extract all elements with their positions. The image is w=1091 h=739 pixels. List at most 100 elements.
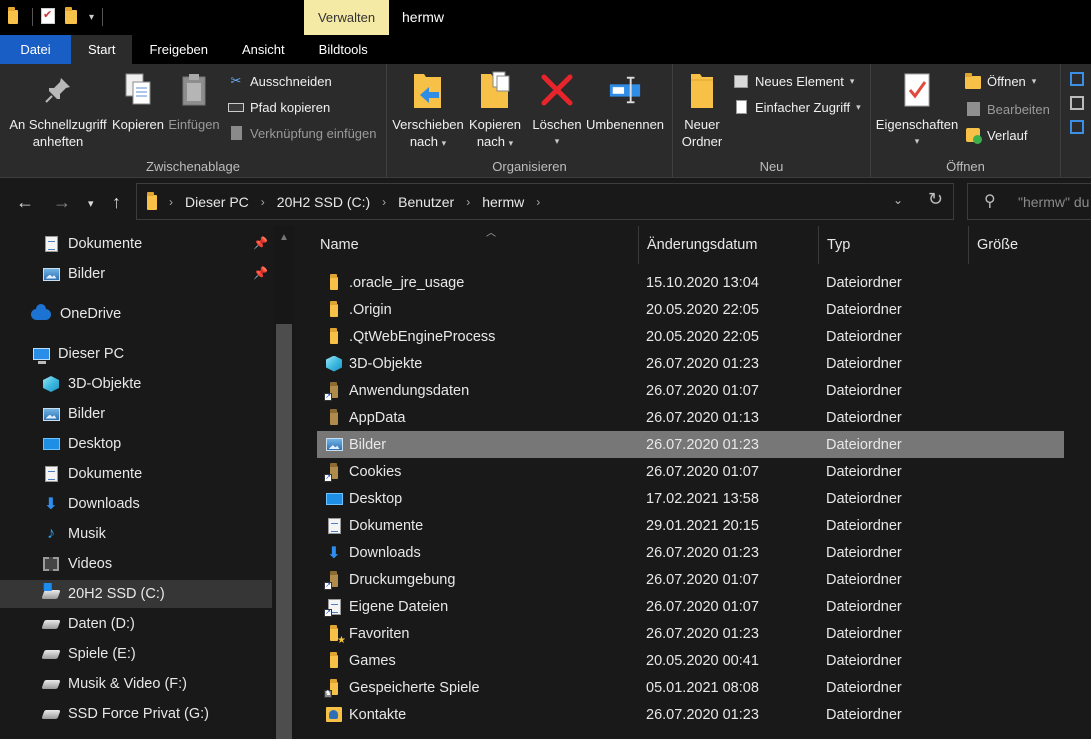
table-row[interactable]: ↗ Druckumgebung 26.07.2020 01:07 Dateiord… <box>317 566 1064 593</box>
new-folder-button[interactable]: Neuer Ordner <box>679 70 725 150</box>
address-bar[interactable]: › Dieser PC › 20H2 SSD (C:) › Benutzer ›… <box>136 183 954 220</box>
breadcrumb-separator[interactable]: › <box>169 195 173 209</box>
paste-button[interactable]: Einfügen <box>167 70 221 133</box>
table-row[interactable]: AppData 26.07.2020 01:13 Dateiordner <box>317 404 1064 431</box>
nav-item-drive-f[interactable]: Musik & Video (F:) <box>0 670 272 698</box>
table-row[interactable]: Desktop 17.02.2021 13:58 Dateiordner <box>317 485 1064 512</box>
drive-icon <box>41 645 61 663</box>
breadcrumb-item[interactable]: 20H2 SSD (C:) <box>277 194 370 210</box>
table-row[interactable]: 3D-Objekte 26.07.2020 01:23 Dateiordner <box>317 350 1064 377</box>
nav-item-label: Bilder <box>68 266 106 282</box>
properties-dropdown[interactable]: ▾ <box>915 133 920 150</box>
breadcrumb-separator[interactable]: › <box>261 195 265 209</box>
cut-button[interactable]: ✂ Ausschneiden <box>228 70 332 92</box>
desktop-icon <box>42 435 60 453</box>
select-all-icon[interactable] <box>1070 72 1084 86</box>
nav-item-drive-d[interactable]: Daten (D:) <box>0 610 272 638</box>
column-name[interactable]: Name ︿ <box>312 226 639 264</box>
new-folder-icon[interactable] <box>65 7 81 26</box>
scroll-up-icon[interactable]: ▲ <box>279 232 289 243</box>
table-row[interactable]: .Origin 20.05.2020 22:05 Dateiordner <box>317 296 1064 323</box>
refresh-icon[interactable]: ↻ <box>928 189 943 210</box>
breadcrumb-separator[interactable]: › <box>466 195 470 209</box>
back-arrow-icon[interactable]: ← <box>16 192 34 213</box>
folder-icon <box>147 192 157 210</box>
contextual-tab-verwalten[interactable]: Verwalten <box>304 0 389 35</box>
breadcrumb-separator[interactable]: › <box>536 195 540 209</box>
scrollbar-thumb[interactable] <box>276 324 292 739</box>
tab-ansicht[interactable]: Ansicht <box>225 35 302 64</box>
table-row[interactable]: ♞ Gespeicherte Spiele 05.01.2021 08:08 Da… <box>317 674 1064 701</box>
nav-item-drive-c[interactable]: 20H2 SSD (C:) <box>0 580 272 608</box>
breadcrumb-separator[interactable]: › <box>382 195 386 209</box>
breadcrumb-item[interactable]: Dieser PC <box>185 194 249 210</box>
table-row[interactable]: .QtWebEngineProcess 20.05.2020 22:05 Dat… <box>317 323 1064 350</box>
nav-scrollbar[interactable]: ▲ <box>274 226 294 739</box>
copy-path-button[interactable]: Pfad kopieren <box>228 96 330 118</box>
paste-shortcut-button[interactable]: Verknüpfung einfügen <box>228 122 377 144</box>
table-row[interactable]: Kontakte 26.07.2020 01:23 Dateiordner <box>317 701 1064 728</box>
table-row[interactable]: Games 20.05.2020 00:41 Dateiordner <box>317 647 1064 674</box>
nav-item-drive-e[interactable]: Spiele (E:) <box>0 640 272 668</box>
nav-item-label: Downloads <box>68 496 140 512</box>
column-size[interactable]: Größe <box>969 226 1069 264</box>
edit-button[interactable]: Bearbeiten <box>965 98 1050 120</box>
recent-locations-chevron-icon[interactable]: ▾ <box>88 197 94 210</box>
nav-item-dokumente[interactable]: Dokumente <box>0 460 272 488</box>
nav-item-desktop[interactable]: Desktop <box>0 430 272 458</box>
properties-icon[interactable] <box>41 8 57 26</box>
tab-bildtools[interactable]: Bildtools <box>302 35 385 64</box>
column-date[interactable]: Änderungsdatum <box>639 226 819 264</box>
open-button[interactable]: Öffnen ▾ <box>965 70 1036 92</box>
move-to-button[interactable]: Verschieben nach ▾ <box>391 70 465 152</box>
invert-selection-icon[interactable] <box>1070 120 1084 134</box>
table-row[interactable]: ↗ Anwendungsdaten 26.07.2020 01:07 Dateio… <box>317 377 1064 404</box>
table-row[interactable]: ↗ Cookies 26.07.2020 01:07 Dateiordner <box>317 458 1064 485</box>
nav-item-videos[interactable]: Videos <box>0 550 272 578</box>
file-name: Favoriten <box>349 625 410 642</box>
breadcrumb-item[interactable]: hermw <box>482 194 524 210</box>
nav-item-this-pc[interactable]: Dieser PC <box>0 340 272 368</box>
edit-label: Bearbeiten <box>987 101 1050 117</box>
nav-item-downloads[interactable]: ⬇ Downloads <box>0 490 272 518</box>
tab-start[interactable]: Start <box>71 35 133 64</box>
table-row[interactable]: ★ Favoriten 26.07.2020 01:23 Dateiordner <box>317 620 1064 647</box>
select-none-icon[interactable] <box>1070 96 1084 110</box>
nav-item-drive-g[interactable]: SSD Force Privat (G:) <box>0 700 272 728</box>
delete-dropdown[interactable]: ▾ <box>555 133 560 150</box>
nav-item-quick-bilder[interactable]: Bilder 📌 <box>0 260 272 288</box>
rename-button[interactable]: Umbenennen <box>585 70 665 133</box>
file-date: 26.07.2020 01:23 <box>646 355 759 372</box>
up-arrow-icon[interactable]: ↑ <box>112 192 121 213</box>
new-item-button[interactable]: Neues Element ▾ <box>733 70 854 92</box>
customize-toolbar-dropdown[interactable]: ▾ <box>89 12 94 23</box>
nav-item-label: Daten (D:) <box>68 616 135 632</box>
search-input[interactable]: ⚲ "hermw" du <box>967 183 1091 220</box>
drive-icon <box>41 615 61 633</box>
copy-button[interactable]: Kopieren <box>110 70 166 133</box>
table-row[interactable]: Dokumente 29.01.2021 20:15 Dateiordner <box>317 512 1064 539</box>
table-row[interactable]: .oracle_jre_usage 15.10.2020 13:04 Datei… <box>317 269 1064 296</box>
easy-access-button[interactable]: Einfacher Zugriff ▾ <box>733 96 861 118</box>
forward-arrow-icon[interactable]: → <box>53 192 71 213</box>
table-row[interactable]: ⬇ Downloads 26.07.2020 01:23 Dateiordner <box>317 539 1064 566</box>
nav-item-onedrive[interactable]: OneDrive <box>0 300 272 328</box>
copy-to-button[interactable]: Kopieren nach ▾ <box>463 70 527 152</box>
delete-button[interactable]: Löschen ▾ <box>531 70 583 150</box>
nav-item-quick-dokumente[interactable]: Dokumente 📌 <box>0 230 272 258</box>
3d-objects-icon <box>325 355 343 373</box>
tab-datei[interactable]: Datei <box>0 35 71 64</box>
table-row-selected[interactable]: Bilder 26.07.2020 01:23 Dateiordner <box>317 431 1064 458</box>
table-row[interactable]: ↗ Eigene Dateien 26.07.2020 01:07 Dateior… <box>317 593 1064 620</box>
copy-to-label-1: Kopieren <box>468 117 522 132</box>
history-button[interactable]: Verlauf <box>965 124 1027 146</box>
nav-item-3d-objekte[interactable]: 3D-Objekte <box>0 370 272 398</box>
properties-button[interactable]: Eigenschaften ▾ <box>875 70 959 150</box>
nav-item-musik[interactable]: ♪ Musik <box>0 520 272 548</box>
tab-freigeben[interactable]: Freigeben <box>132 35 225 64</box>
nav-item-bilder[interactable]: Bilder <box>0 400 272 428</box>
column-type[interactable]: Typ <box>819 226 969 264</box>
pin-quick-access-button[interactable]: An Schnellzugriff anheften <box>8 70 108 150</box>
breadcrumb-item[interactable]: Benutzer <box>398 194 454 210</box>
address-history-chevron-icon[interactable]: ⌄ <box>893 193 903 207</box>
